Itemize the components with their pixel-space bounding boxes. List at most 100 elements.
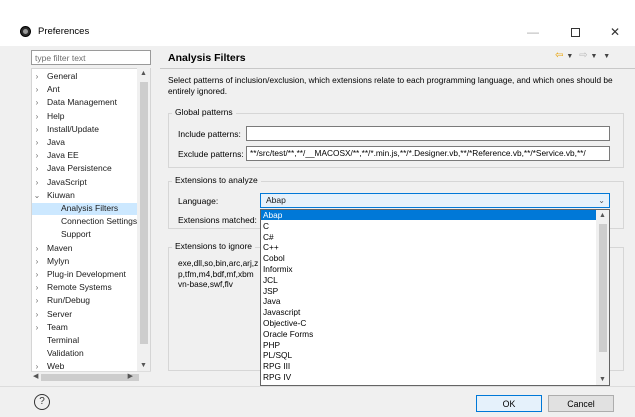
tree-item[interactable]: › Java (32, 137, 138, 149)
tree-item[interactable]: › Plug-in Development (32, 269, 138, 281)
scrollbar-thumb[interactable] (599, 224, 607, 352)
tree-item[interactable]: › Java Persistence (32, 163, 138, 175)
tree-item[interactable]: › JavaScript (32, 177, 138, 189)
extensions-analyze-title: Extensions to analyze (172, 175, 261, 185)
tree-item-label: Remote Systems (47, 282, 112, 293)
tree-item[interactable]: › Help (32, 111, 138, 123)
tree-item[interactable]: › Remote Systems (32, 282, 138, 294)
footer-divider (0, 386, 635, 387)
collapsed-chevron-icon[interactable]: › (32, 124, 42, 136)
dropdown-option[interactable]: Objective-C (261, 318, 597, 328)
tree-item[interactable]: › General (32, 71, 138, 83)
collapsed-chevron-icon[interactable]: › (32, 322, 42, 334)
dropdown-option[interactable]: Abap (261, 210, 597, 221)
include-patterns-input[interactable] (246, 126, 610, 141)
collapsed-chevron-icon[interactable]: › (32, 137, 42, 149)
forward-menu-chevron-icon[interactable]: ▼ (591, 53, 598, 60)
eclipse-app-icon (20, 26, 31, 37)
tree-item[interactable]: Terminal (32, 335, 138, 347)
tree-vertical-scrollbar[interactable]: ▲ ▼ (137, 68, 150, 371)
collapsed-chevron-icon[interactable]: › (32, 71, 42, 83)
tree-item[interactable]: › Mylyn (32, 256, 138, 268)
dropdown-option[interactable]: Oracle Forms (261, 329, 597, 339)
scroll-up-arrow-icon[interactable]: ▲ (596, 212, 609, 219)
tree-item-label: Mylyn (47, 255, 70, 266)
collapsed-chevron-icon[interactable]: › (32, 163, 42, 175)
dropdown-option[interactable]: PHP (261, 340, 597, 350)
help-icon[interactable]: ? (34, 394, 50, 410)
maximize-icon (570, 28, 580, 38)
dropdown-option[interactable]: Informix (261, 264, 597, 274)
tree-item[interactable]: › Team (32, 322, 138, 334)
window-title: Preferences (38, 26, 90, 37)
exclude-patterns-input[interactable]: **/src/test/**,**/__MACOSX/**,**/*.min.j… (246, 146, 610, 161)
forward-arrow-icon[interactable]: ⇨ (579, 50, 587, 61)
tree-item-label: Run/Debug (47, 295, 91, 306)
scrollbar-thumb[interactable] (41, 374, 139, 381)
scroll-right-arrow-icon[interactable]: ▶ (128, 372, 133, 380)
filter-input[interactable] (31, 50, 151, 65)
tree-item-label: Java Persistence (47, 163, 112, 174)
cancel-button[interactable]: Cancel (548, 395, 614, 412)
dropdown-option[interactable]: C++ (261, 242, 597, 252)
collapsed-chevron-icon[interactable]: › (32, 150, 42, 162)
tree-item-label: Terminal (47, 335, 80, 345)
dropdown-option[interactable]: Java (261, 296, 597, 306)
back-menu-chevron-icon[interactable]: ▼ (566, 53, 573, 60)
global-patterns-title: Global patterns (172, 107, 236, 117)
close-button[interactable]: ✕ (600, 24, 630, 40)
collapsed-chevron-icon[interactable]: › (32, 269, 42, 281)
tree-item[interactable]: Support (32, 229, 138, 241)
tree-item[interactable]: › Server (32, 309, 138, 321)
tree-item-label: Support (61, 229, 91, 240)
header-divider (160, 68, 635, 69)
dropdown-option[interactable]: Cobol (261, 253, 597, 263)
tree-item[interactable]: ⌄ Kiuwan (32, 190, 138, 202)
minimize-button[interactable]: — (518, 24, 548, 40)
collapsed-chevron-icon[interactable]: › (32, 282, 42, 294)
tree-item[interactable]: Analysis Filters (32, 203, 138, 215)
dropdown-option[interactable]: RPG III (261, 361, 597, 371)
collapsed-chevron-icon[interactable]: › (32, 97, 42, 109)
tree-item[interactable]: Validation (32, 348, 138, 360)
title-bar[interactable]: Preferences — ✕ (0, 0, 635, 46)
tree-item[interactable]: › Java EE (32, 150, 138, 162)
tree-item-label: General (47, 71, 78, 81)
tree-item[interactable]: › Install/Update (32, 124, 138, 136)
collapsed-chevron-icon[interactable]: › (32, 111, 42, 123)
collapsed-chevron-icon[interactable]: › (32, 177, 42, 189)
expanded-chevron-icon[interactable]: ⌄ (32, 190, 42, 202)
scroll-left-arrow-icon[interactable]: ◀ (33, 372, 38, 380)
back-arrow-icon[interactable]: ⇦ (555, 50, 563, 61)
tree-item[interactable]: Connection Settings (32, 216, 138, 228)
dropdown-option[interactable]: JSP (261, 286, 597, 296)
chevron-down-icon: ⌄ (598, 196, 605, 205)
collapsed-chevron-icon[interactable]: › (32, 84, 42, 96)
dropdown-option[interactable]: C# (261, 232, 597, 242)
collapsed-chevron-icon[interactable]: › (32, 295, 42, 307)
tree-item[interactable]: › Maven (32, 243, 138, 255)
scroll-down-arrow-icon[interactable]: ▼ (137, 362, 150, 369)
dropdown-option[interactable]: JCL (261, 275, 597, 285)
dropdown-scrollbar[interactable]: ▲ ▼ (596, 210, 609, 385)
dropdown-option[interactable]: RPG IV (261, 372, 597, 382)
tree-item[interactable]: › Data Management (32, 97, 138, 109)
tree-horizontal-scrollbar[interactable]: ◀ ▶ (31, 371, 151, 382)
extensions-ignore-textarea[interactable]: exe,dll,so,bin,arc,arj,z p,tfm,m4,bdf,mf… (178, 258, 260, 290)
maximize-button[interactable] (560, 24, 590, 40)
scroll-up-arrow-icon[interactable]: ▲ (137, 70, 150, 77)
ok-button[interactable]: OK (476, 395, 542, 412)
tree-item[interactable]: › Ant (32, 84, 138, 96)
scroll-down-arrow-icon[interactable]: ▼ (596, 376, 609, 383)
collapsed-chevron-icon[interactable]: › (32, 256, 42, 268)
scrollbar-thumb[interactable] (140, 82, 148, 344)
dropdown-option[interactable]: C (261, 221, 597, 231)
collapsed-chevron-icon[interactable]: › (32, 243, 42, 255)
dropdown-option[interactable]: Javascript (261, 307, 597, 317)
dropdown-option[interactable]: PL/SQL (261, 350, 597, 360)
collapsed-chevron-icon[interactable]: › (32, 309, 42, 321)
language-combo[interactable]: Abap ⌄ (260, 193, 610, 208)
tree-item[interactable]: › Run/Debug (32, 295, 138, 307)
tree-item-label: Data Management (47, 97, 117, 108)
view-menu-icon[interactable]: ▼ (603, 53, 610, 60)
